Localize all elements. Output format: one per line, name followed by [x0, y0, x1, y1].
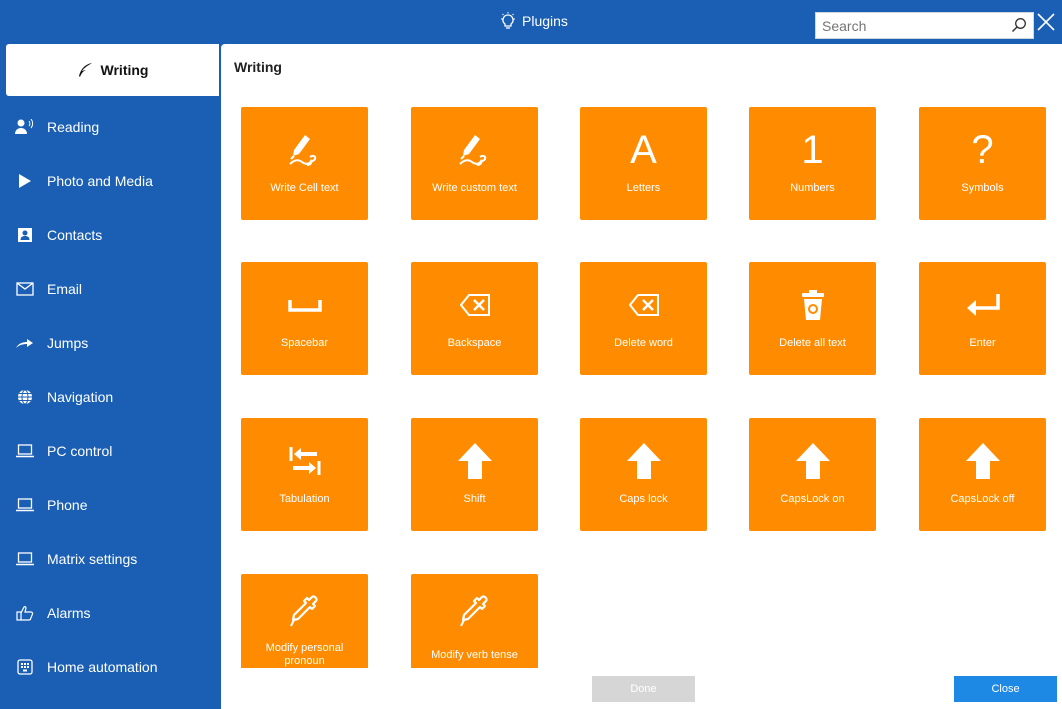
sidebar-item-label: Writing — [100, 62, 149, 78]
tile-caps-lock[interactable]: Caps lock — [580, 418, 707, 531]
sidebar-item-label: Matrix settings — [47, 551, 138, 567]
globe-icon — [11, 389, 39, 405]
tile-delete-word[interactable]: Delete word — [580, 262, 707, 375]
tile-shift[interactable]: Shift — [411, 418, 538, 531]
person-speaking-icon — [11, 119, 39, 135]
tile-capslock-on[interactable]: CapsLock on — [749, 418, 876, 531]
arrow-right-icon — [11, 337, 39, 349]
tile-symbols[interactable]: ? Symbols — [919, 107, 1046, 220]
sidebar-item-label: Reading — [47, 119, 100, 135]
sidebar-item-writing[interactable]: Writing — [6, 44, 219, 96]
arrow-up-icon — [580, 438, 707, 484]
sidebar-item-label: Navigation — [47, 389, 114, 405]
pipette-icon — [241, 588, 368, 634]
tile-write-cell-text[interactable]: Write Cell text — [241, 107, 368, 220]
sidebar-item-label: PC control — [47, 443, 113, 459]
sidebar-item-phone[interactable]: Phone — [6, 479, 219, 531]
arrow-up-icon — [919, 438, 1046, 484]
tile-capslock-off[interactable]: CapsLock off — [919, 418, 1046, 531]
arrow-up-icon — [411, 438, 538, 484]
tile-label: Symbols — [961, 182, 1004, 194]
tile-label: Spacebar — [280, 337, 329, 349]
tile-label: Shift — [463, 493, 486, 505]
play-icon — [11, 173, 39, 189]
search-icon[interactable] — [1011, 17, 1027, 39]
spacebar-icon — [241, 282, 368, 328]
tile-label: Delete all text — [779, 337, 846, 349]
sidebar-item-label: Contacts — [47, 227, 103, 243]
lightbulb-icon — [500, 12, 516, 30]
tile-label: Letters — [626, 182, 661, 194]
close-button[interactable]: Close — [954, 676, 1057, 702]
tile-label: Write Cell text — [270, 182, 339, 194]
laptop-icon — [11, 444, 39, 458]
tile-spacebar[interactable]: Spacebar — [241, 262, 368, 375]
sidebar-item-label: Photo and Media — [47, 173, 153, 189]
trash-icon — [749, 282, 876, 328]
tile-tabulation[interactable]: Tabulation — [241, 418, 368, 531]
search-box[interactable] — [815, 12, 1034, 39]
tile-label: CapsLock on — [780, 493, 845, 505]
sidebar-item-photo-and-media[interactable]: Photo and Media — [6, 155, 219, 207]
keypad-icon — [11, 659, 39, 675]
laptop-icon — [11, 552, 39, 566]
backspace-icon — [411, 282, 538, 328]
contact-card-icon — [11, 227, 39, 243]
sidebar-item-label: Phone — [47, 497, 88, 513]
thumbs-up-icon — [11, 605, 39, 621]
pipette-icon — [411, 588, 538, 634]
pen-write-icon — [411, 127, 538, 173]
tile-label: Delete word — [614, 337, 673, 349]
sidebar-item-navigation[interactable]: Navigation — [6, 371, 219, 423]
feather-icon — [77, 62, 93, 78]
tile-label: Backspace — [447, 337, 502, 349]
done-button[interactable]: Done — [592, 676, 695, 702]
sidebar-item-matrix-settings[interactable]: Matrix settings — [6, 533, 219, 585]
enter-icon — [919, 282, 1046, 328]
tile-delete-all-text[interactable]: Delete all text — [749, 262, 876, 375]
sidebar-item-alarms[interactable]: Alarms — [6, 587, 219, 639]
window-title-text: Plugins — [522, 13, 568, 29]
sidebar-item-pc-control[interactable]: PC control — [6, 425, 219, 477]
tab-icon — [241, 438, 368, 484]
question-mark-icon: ? — [971, 128, 994, 172]
sidebar-item-label: Home automation — [47, 659, 158, 675]
tile-label: Tabulation — [279, 493, 330, 505]
tile-label: Modify verb tense — [431, 649, 518, 661]
tile-enter[interactable]: Enter — [919, 262, 1046, 375]
laptop-icon — [11, 498, 39, 512]
tile-label: Write custom text — [432, 182, 517, 194]
sidebar-item-reading[interactable]: Reading — [6, 101, 219, 153]
tile-label: Modify personal pronoun — [265, 642, 344, 667]
close-icon[interactable] — [1037, 13, 1055, 36]
sidebar-item-contacts[interactable]: Contacts — [6, 209, 219, 261]
tile-label: Enter — [969, 337, 996, 349]
sidebar-item-jumps[interactable]: Jumps — [6, 317, 219, 369]
sidebar-item-label: Email — [47, 281, 83, 297]
tile-numbers[interactable]: 1 Numbers — [749, 107, 876, 220]
tile-write-custom-text[interactable]: Write custom text — [411, 107, 538, 220]
page-title: Writing — [234, 59, 282, 75]
envelope-icon — [11, 282, 39, 296]
sidebar-item-home-automation[interactable]: Home automation — [6, 641, 219, 693]
tile-label: CapsLock off — [950, 493, 1015, 505]
tile-backspace[interactable]: Backspace — [411, 262, 538, 375]
sidebar-item-email[interactable]: Email — [6, 263, 219, 315]
tile-letters[interactable]: A Letters — [580, 107, 707, 220]
backspace-icon — [580, 282, 707, 328]
tile-label: Numbers — [790, 182, 835, 194]
digit-one-icon: 1 — [801, 128, 824, 172]
window-title: Plugins — [500, 12, 568, 30]
title-bar: Plugins — [0, 0, 1062, 44]
pen-write-icon — [241, 127, 368, 173]
sidebar-item-label: Alarms — [47, 605, 91, 621]
main-panel: Writing Write Cell text Write custom tex… — [221, 44, 1062, 709]
sidebar-item-label: Jumps — [47, 335, 89, 351]
search-input[interactable] — [816, 13, 1002, 38]
sidebar: Writing Reading Photo and Media Contacts… — [6, 44, 219, 709]
letter-a-icon: A — [630, 128, 657, 172]
arrow-up-icon — [749, 438, 876, 484]
tile-label: Caps lock — [619, 493, 668, 505]
